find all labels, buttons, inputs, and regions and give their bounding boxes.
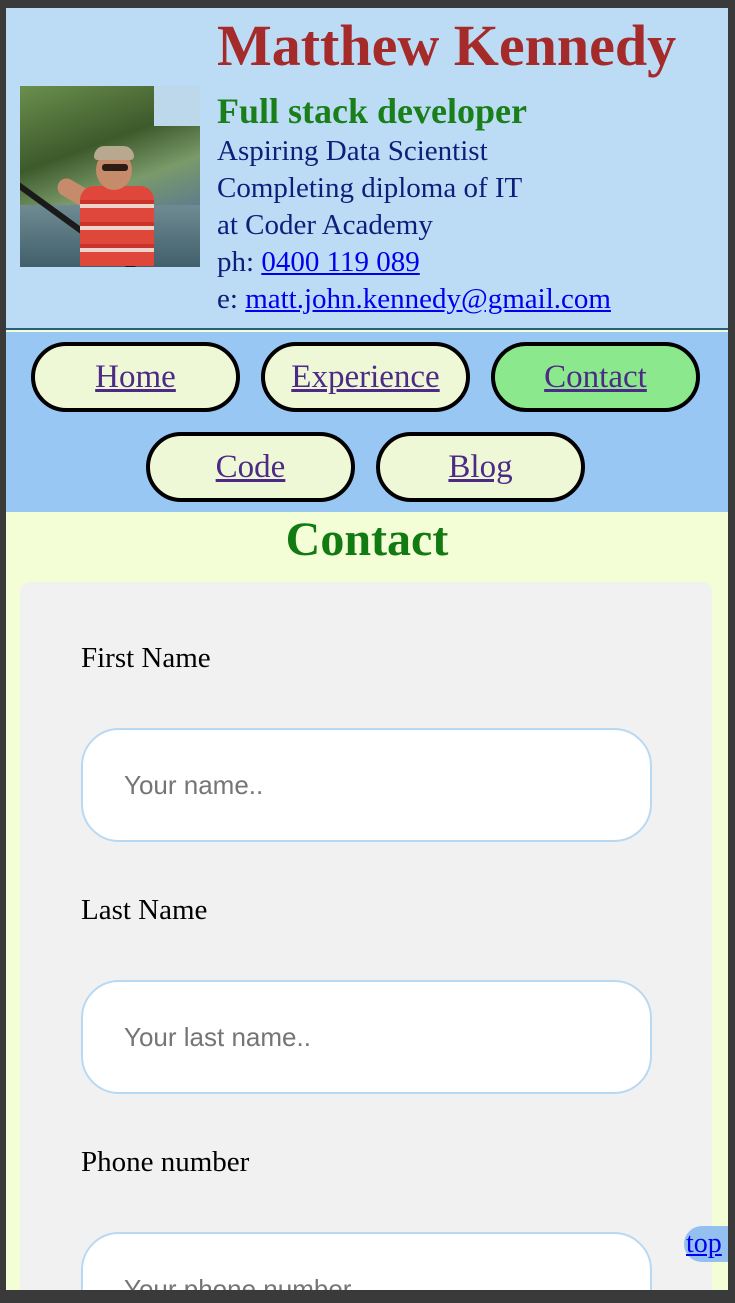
phone-number-label: Phone number <box>81 1146 250 1178</box>
page: Matthew Kennedy Full stack developer Asp… <box>6 8 728 1290</box>
profile-photo <box>20 86 200 267</box>
contact-form: First Name Your name.. Last Name Your la… <box>20 582 712 1290</box>
phone-number-input[interactable]: Your phone number.. <box>81 1232 652 1290</box>
phone-prefix: ph: <box>217 246 262 278</box>
last-name-label: Last Name <box>81 894 208 926</box>
nav-contact[interactable]: Contact <box>491 342 700 412</box>
first-name-input[interactable]: Your name.. <box>81 728 652 842</box>
last-name-input[interactable]: Your last name.. <box>81 980 652 1094</box>
nav-home[interactable]: Home <box>31 342 240 412</box>
info-line-2: Completing diploma of IT <box>217 172 523 204</box>
nav-experience[interactable]: Experience <box>261 342 470 412</box>
phone-line: ph: 0400 119 089 <box>217 246 420 279</box>
info-line-1: Aspiring Data Scientist <box>217 135 488 167</box>
person-name: Matthew Kennedy <box>217 13 677 78</box>
main-nav: Home Experience Contact Code Blog <box>6 332 728 512</box>
email-prefix: e: <box>217 283 246 315</box>
job-title: Full stack developer <box>217 91 527 131</box>
nav-code[interactable]: Code <box>146 432 355 502</box>
page-title: Contact <box>285 513 449 566</box>
first-name-label: First Name <box>81 642 211 674</box>
email-line: e: matt.john.kennedy@gmail.com <box>217 283 611 316</box>
nav-blog[interactable]: Blog <box>376 432 585 502</box>
header: Matthew Kennedy Full stack developer Asp… <box>6 8 728 330</box>
email-link[interactable]: matt.john.kennedy@gmail.com <box>245 283 611 315</box>
phone-link[interactable]: 0400 119 089 <box>261 246 419 278</box>
info-line-3: at Coder Academy <box>217 209 433 241</box>
back-to-top-link[interactable]: top <box>684 1226 728 1262</box>
